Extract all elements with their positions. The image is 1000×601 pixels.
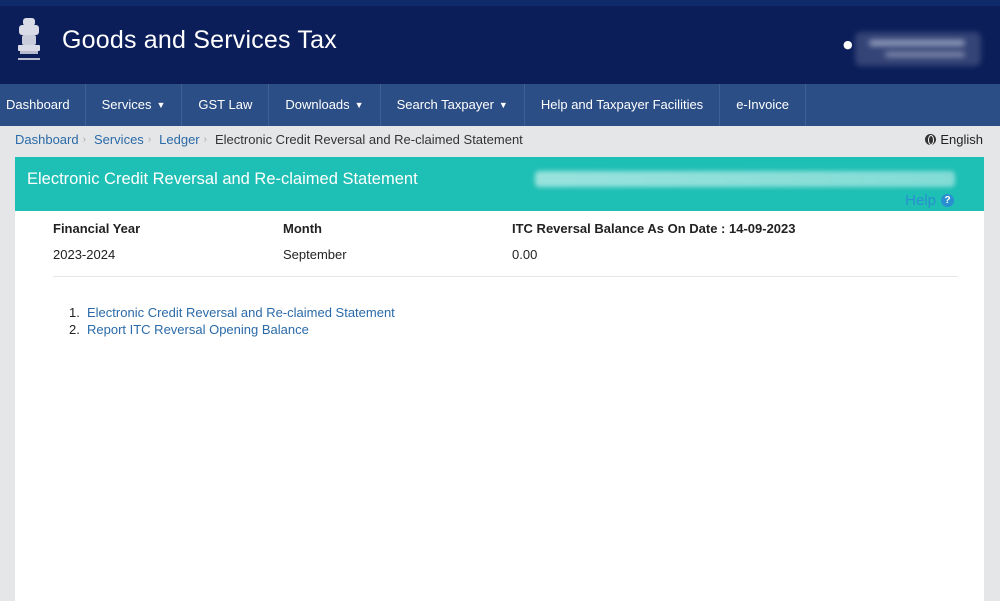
nav-help-facilities[interactable]: Help and Taxpayer Facilities — [525, 84, 721, 126]
caret-down-icon: ▼ — [498, 100, 508, 110]
nav-label: Search Taxpayer — [396, 97, 494, 112]
breadcrumb-services[interactable]: Services — [94, 132, 144, 147]
nav-services[interactable]: Services ▼ — [86, 84, 183, 126]
list-item: 2. Report ITC Reversal Opening Balance — [69, 322, 395, 337]
user-icon: ● — [843, 38, 853, 51]
list-number: 1. — [69, 305, 80, 320]
nav-label: Help and Taxpayer Facilities — [540, 97, 704, 112]
financial-year-label: Financial Year — [53, 221, 141, 236]
link-credit-reversal-statement[interactable]: Electronic Credit Reversal and Re-claime… — [87, 305, 395, 320]
itc-balance-value: 0.00 — [512, 247, 538, 262]
national-emblem-icon — [18, 18, 40, 60]
caret-down-icon: ▼ — [156, 100, 166, 110]
caret-down-icon: ▼ — [354, 100, 364, 110]
month-field: Month September — [283, 221, 347, 262]
nav-label: Downloads — [285, 97, 350, 112]
user-name-redacted — [855, 32, 981, 66]
nav-downloads[interactable]: Downloads ▼ — [269, 84, 381, 126]
list-item: 1. Electronic Credit Reversal and Re-clai… — [69, 305, 395, 320]
user-menu[interactable]: ● — [843, 32, 983, 66]
site-title: Goods and Services Tax — [62, 26, 337, 54]
nav-dashboard[interactable]: Dashboard — [0, 84, 86, 126]
breadcrumb-dashboard[interactable]: Dashboard — [15, 132, 79, 147]
nav-label: e-Invoice — [736, 97, 789, 112]
list-number: 2. — [69, 322, 80, 337]
itc-balance-field: ITC Reversal Balance As On Date : 14-09-… — [512, 221, 796, 262]
globe-icon — [925, 134, 937, 145]
link-report-opening-balance[interactable]: Report ITC Reversal Opening Balance — [87, 322, 309, 337]
nav-search-taxpayer[interactable]: Search Taxpayer ▼ — [381, 84, 525, 126]
language-selector[interactable]: English — [925, 132, 983, 147]
question-circle-icon: ? — [941, 194, 954, 207]
nav-label: GST Law — [198, 97, 253, 112]
summary-row: Financial Year 2023-2024 Month September… — [53, 221, 958, 277]
itc-balance-label: ITC Reversal Balance As On Date : 14-09-… — [512, 221, 796, 236]
main-nav: Dashboard Services ▼ GST Law Downloads ▼ S… — [0, 84, 1000, 126]
breadcrumb-ledger[interactable]: Ledger — [159, 132, 199, 147]
chevron-right-icon: › — [147, 134, 152, 145]
panel-header: Electronic Credit Reversal and Re-claime… — [15, 157, 984, 211]
month-value: September — [283, 247, 347, 262]
help-link[interactable]: Help ? — [905, 192, 954, 209]
nav-label: Dashboard — [6, 97, 70, 112]
nav-gst-law[interactable]: GST Law — [182, 84, 270, 126]
financial-year-field: Financial Year 2023-2024 — [53, 221, 140, 262]
nav-label: Services — [101, 97, 152, 112]
chevron-right-icon: › — [203, 134, 207, 145]
panel-title: Electronic Credit Reversal and Re-claime… — [27, 170, 418, 188]
breadcrumb-current: Electronic Credit Reversal and Re-claime… — [214, 132, 523, 147]
nav-e-invoice[interactable]: e-Invoice — [720, 84, 806, 126]
language-label: English — [940, 132, 983, 147]
breadcrumb: Dashboard › Services › Ledger › Electron… — [15, 132, 523, 147]
taxpayer-name-redacted — [535, 171, 955, 187]
statement-panel: Electronic Credit Reversal and Re-claime… — [15, 157, 984, 601]
help-label: Help — [905, 192, 936, 209]
statement-links: 1. Electronic Credit Reversal and Re-clai… — [69, 305, 395, 339]
top-header: Goods and Services Tax ● — [0, 0, 1000, 84]
chevron-right-icon: › — [82, 134, 86, 145]
month-label: Month — [283, 221, 322, 236]
financial-year-value: 2023-2024 — [53, 247, 116, 262]
